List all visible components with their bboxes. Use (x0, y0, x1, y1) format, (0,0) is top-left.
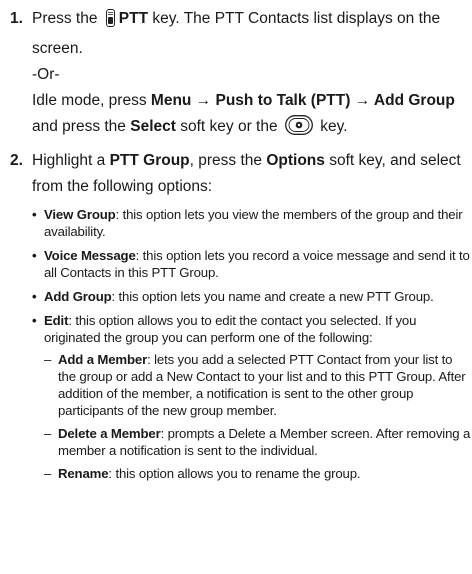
step-list: 1. Press the PTT key. The PTT Contacts l… (0, 6, 472, 489)
list-item: Delete a Member: prompts a Delete a Memb… (44, 425, 472, 459)
step-2-intro: Highlight a PTT Group, press the Options… (32, 152, 461, 195)
option-term: Add a Member (58, 352, 148, 367)
option-term: Rename (58, 466, 109, 481)
ok-key-icon (284, 115, 313, 144)
ptt-side-key-icon (105, 9, 116, 36)
edit-sub-list: Add a Member: lets you add a selected PT… (44, 351, 472, 482)
option-term: Voice Message (44, 248, 136, 263)
option-term: Add Group (44, 289, 112, 304)
option-term: View Group (44, 207, 116, 222)
manual-page: 1. Press the PTT key. The PTT Contacts l… (0, 0, 472, 574)
step-body: Highlight a PTT Group, press the Options… (32, 148, 472, 482)
option-term: Edit (44, 313, 69, 328)
step-number: 1. (10, 10, 23, 27)
menu-path: Menu → Push to Talk (PTT) → Add Group (150, 92, 455, 109)
step-body: Press the PTT key. The PTT Contacts list… (32, 6, 472, 144)
step-number: 2. (10, 152, 23, 169)
list-item: Rename: this option allows you to rename… (44, 465, 472, 482)
select-softkey-label: Select (130, 118, 176, 135)
list-item: Edit: this option allows you to edit the… (32, 312, 472, 482)
step-1: 1. Press the PTT key. The PTT Contacts l… (0, 6, 472, 144)
or-separator: -Or- (32, 66, 60, 83)
options-softkey-label: Options (266, 152, 325, 169)
step-1-line-a: Press the PTT key. The PTT Contacts list… (32, 9, 441, 57)
list-item: Add a Member: lets you add a selected PT… (44, 351, 472, 419)
option-term: Delete a Member (58, 426, 161, 441)
ptt-group-label: PTT Group (109, 152, 190, 169)
list-item: Voice Message: this option lets you reco… (32, 247, 472, 281)
option-list: View Group: this option lets you view th… (32, 206, 472, 482)
step-2: 2. Highlight a PTT Group, press the Opti… (0, 148, 472, 482)
ptt-key-label: PTT (118, 10, 149, 27)
list-item: Add Group: this option lets you name and… (32, 288, 472, 305)
step-1-line-b: Idle mode, press Menu → Push to Talk (PT… (32, 88, 472, 144)
option-description: : this option allows you to rename the g… (108, 466, 361, 481)
option-description: : this option lets you name and create a… (111, 289, 434, 304)
option-description: : this option allows you to edit the con… (44, 313, 417, 345)
list-item: View Group: this option lets you view th… (32, 206, 472, 240)
